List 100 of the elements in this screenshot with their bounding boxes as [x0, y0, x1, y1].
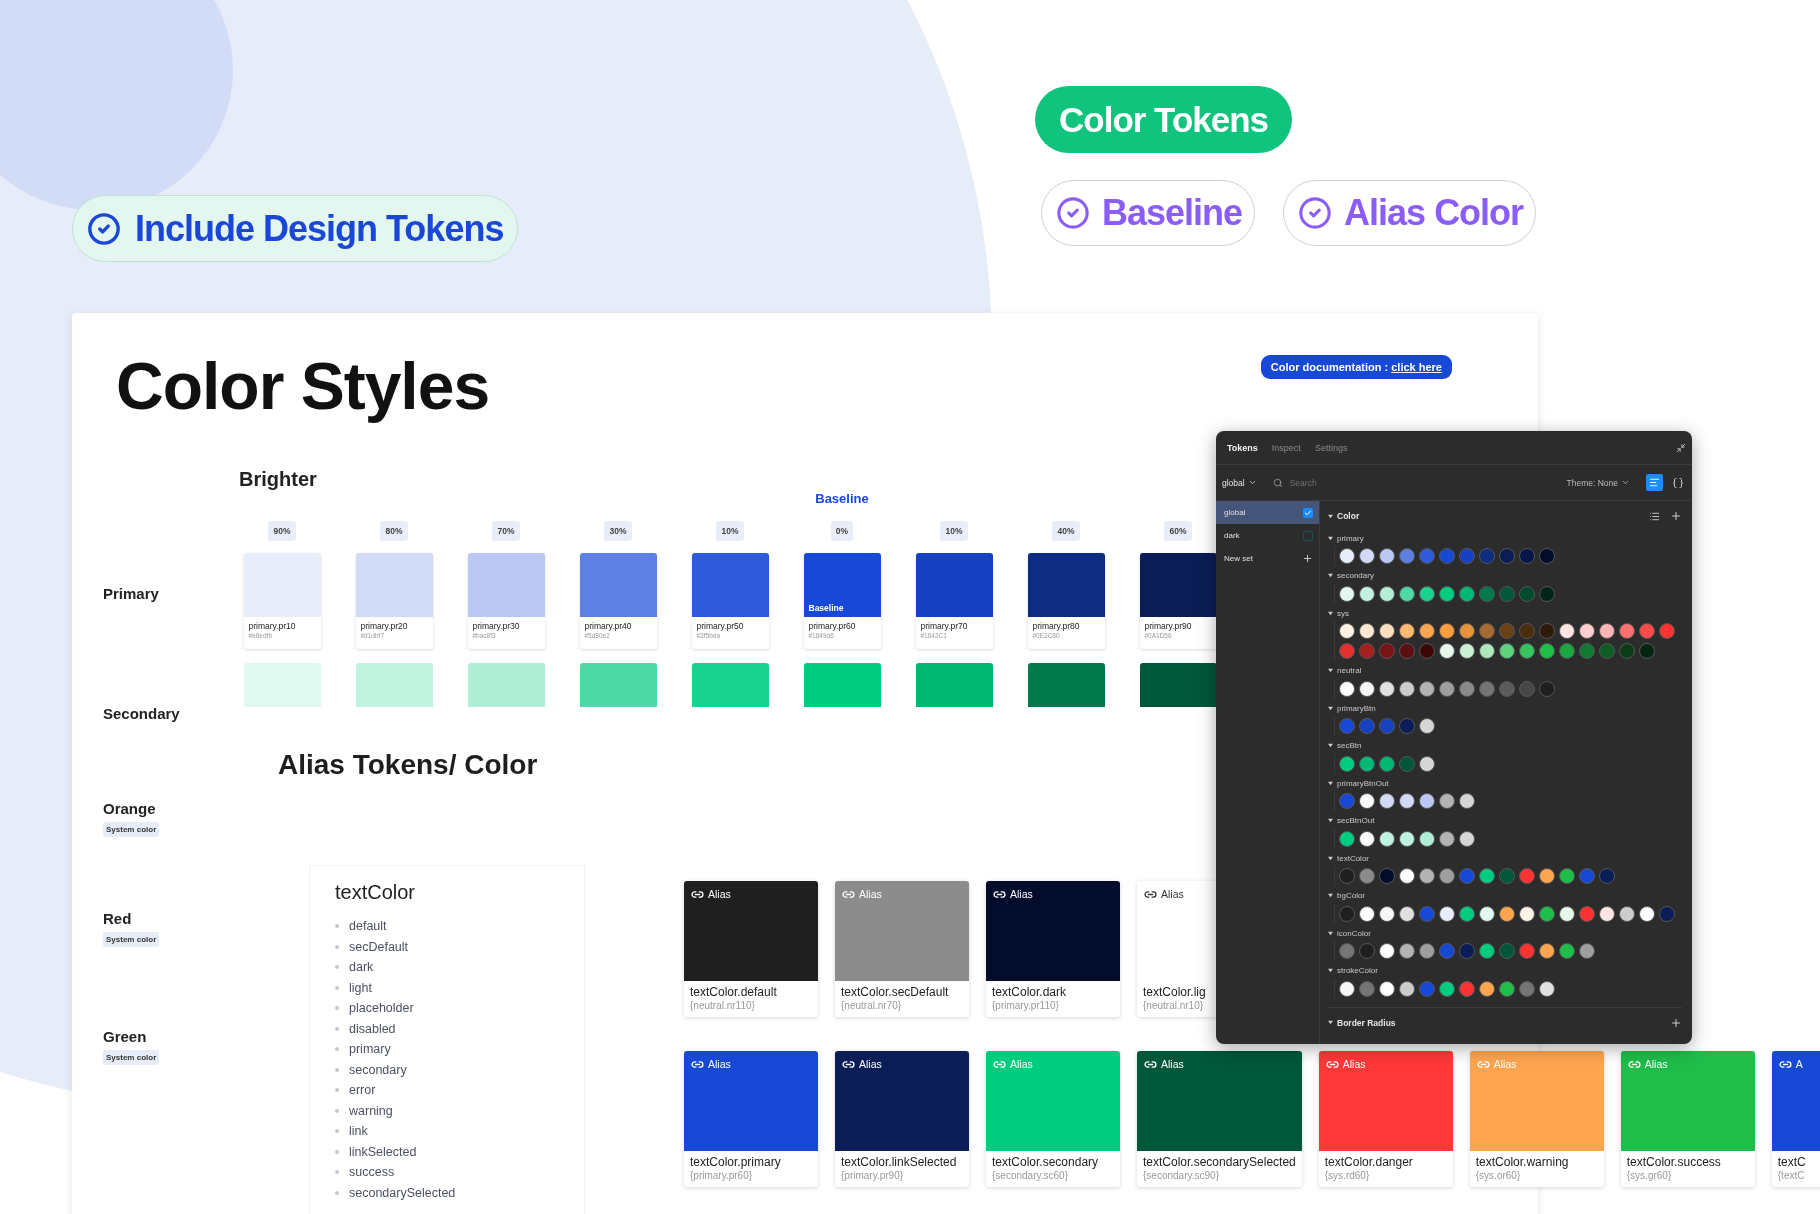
- caret-icon[interactable]: [1328, 855, 1333, 861]
- color-token[interactable]: [1599, 643, 1615, 659]
- color-token[interactable]: [1339, 868, 1355, 884]
- color-token[interactable]: [1539, 980, 1555, 997]
- color-token[interactable]: [1379, 793, 1395, 809]
- color-token[interactable]: [1379, 643, 1395, 659]
- color-token[interactable]: [1459, 623, 1475, 639]
- color-token[interactable]: [1419, 548, 1435, 564]
- color-token[interactable]: [1359, 905, 1375, 922]
- color-token[interactable]: [1419, 868, 1435, 884]
- color-token[interactable]: [1519, 643, 1535, 659]
- token-set-item[interactable]: dark: [1216, 524, 1319, 547]
- color-token[interactable]: [1419, 680, 1435, 697]
- color-token[interactable]: [1359, 643, 1375, 659]
- color-token[interactable]: [1439, 680, 1455, 697]
- color-token[interactable]: [1539, 548, 1555, 564]
- color-token[interactable]: [1459, 643, 1475, 659]
- color-token[interactable]: [1379, 905, 1395, 922]
- color-token[interactable]: [1519, 980, 1535, 997]
- list-icon[interactable]: [1649, 510, 1660, 522]
- color-token[interactable]: [1379, 623, 1395, 639]
- color-token[interactable]: [1539, 905, 1555, 922]
- color-token[interactable]: [1479, 680, 1495, 697]
- color-token[interactable]: [1419, 793, 1435, 809]
- caret-icon[interactable]: [1328, 743, 1333, 748]
- color-token[interactable]: [1439, 548, 1455, 564]
- color-token[interactable]: [1359, 793, 1375, 809]
- color-token[interactable]: [1339, 830, 1355, 847]
- token-set-item[interactable]: New set: [1216, 547, 1319, 570]
- color-token[interactable]: [1479, 548, 1495, 564]
- color-token[interactable]: [1479, 868, 1495, 884]
- color-token[interactable]: [1639, 905, 1655, 922]
- color-token[interactable]: [1399, 905, 1415, 922]
- color-token[interactable]: [1439, 905, 1455, 922]
- caret-icon[interactable]: [1328, 818, 1333, 823]
- color-token[interactable]: [1359, 548, 1375, 564]
- panel-tab[interactable]: Settings: [1309, 438, 1353, 457]
- color-token[interactable]: [1439, 980, 1455, 997]
- color-token[interactable]: [1419, 980, 1435, 997]
- plus-icon[interactable]: [1670, 1016, 1682, 1029]
- caret-icon[interactable]: [1328, 668, 1333, 673]
- color-token[interactable]: [1539, 623, 1555, 639]
- color-token[interactable]: [1339, 943, 1355, 959]
- color-token[interactable]: [1359, 585, 1375, 602]
- color-token[interactable]: [1559, 943, 1575, 959]
- color-token[interactable]: [1479, 905, 1495, 922]
- color-token[interactable]: [1399, 548, 1415, 564]
- color-token[interactable]: [1339, 643, 1355, 659]
- color-token[interactable]: [1559, 905, 1575, 922]
- color-token[interactable]: [1459, 905, 1475, 922]
- color-token[interactable]: [1479, 943, 1495, 959]
- documentation-link[interactable]: click here: [1391, 361, 1442, 373]
- color-token[interactable]: [1499, 943, 1515, 959]
- color-token[interactable]: [1579, 623, 1595, 639]
- color-token[interactable]: [1639, 643, 1655, 659]
- color-token[interactable]: [1639, 623, 1655, 639]
- color-token[interactable]: [1499, 548, 1515, 564]
- color-token[interactable]: [1519, 548, 1535, 564]
- color-token[interactable]: [1539, 643, 1555, 659]
- color-token[interactable]: [1519, 585, 1535, 602]
- caret-icon[interactable]: [1328, 930, 1333, 936]
- color-token[interactable]: [1399, 643, 1415, 659]
- color-token[interactable]: [1599, 868, 1615, 884]
- caret-icon[interactable]: [1328, 893, 1333, 898]
- color-token[interactable]: [1379, 548, 1395, 564]
- color-token[interactable]: [1559, 623, 1575, 639]
- color-token[interactable]: [1599, 905, 1615, 922]
- color-token[interactable]: [1359, 755, 1375, 772]
- color-token[interactable]: [1359, 868, 1375, 884]
- color-token[interactable]: [1419, 943, 1435, 959]
- list-view-button[interactable]: [1646, 474, 1663, 491]
- color-token[interactable]: [1379, 868, 1395, 884]
- color-token[interactable]: [1379, 830, 1395, 847]
- color-token[interactable]: [1419, 830, 1435, 847]
- search-field[interactable]: Search: [1287, 476, 1368, 489]
- color-token[interactable]: [1419, 623, 1435, 639]
- token-set-item[interactable]: global: [1216, 501, 1319, 524]
- color-token[interactable]: [1379, 718, 1395, 734]
- set-checkbox[interactable]: [1303, 530, 1313, 541]
- color-token[interactable]: [1439, 943, 1455, 959]
- color-token[interactable]: [1579, 868, 1595, 884]
- color-token[interactable]: [1599, 623, 1615, 639]
- color-token[interactable]: [1459, 830, 1475, 847]
- color-token[interactable]: [1379, 755, 1395, 772]
- color-token[interactable]: [1339, 548, 1355, 564]
- color-token[interactable]: [1419, 585, 1435, 602]
- color-token[interactable]: [1479, 643, 1495, 659]
- color-token[interactable]: [1439, 623, 1455, 639]
- color-token[interactable]: [1539, 943, 1555, 959]
- color-token[interactable]: [1499, 980, 1515, 997]
- color-token[interactable]: [1619, 623, 1635, 639]
- color-token[interactable]: [1419, 755, 1435, 772]
- color-token[interactable]: [1339, 585, 1355, 602]
- caret-icon[interactable]: [1328, 535, 1333, 541]
- color-token[interactable]: [1659, 623, 1675, 639]
- color-token[interactable]: [1379, 680, 1395, 697]
- color-token[interactable]: [1499, 643, 1515, 659]
- plus-icon[interactable]: [1670, 510, 1682, 522]
- color-token[interactable]: [1339, 980, 1355, 997]
- caret-icon[interactable]: [1328, 573, 1333, 578]
